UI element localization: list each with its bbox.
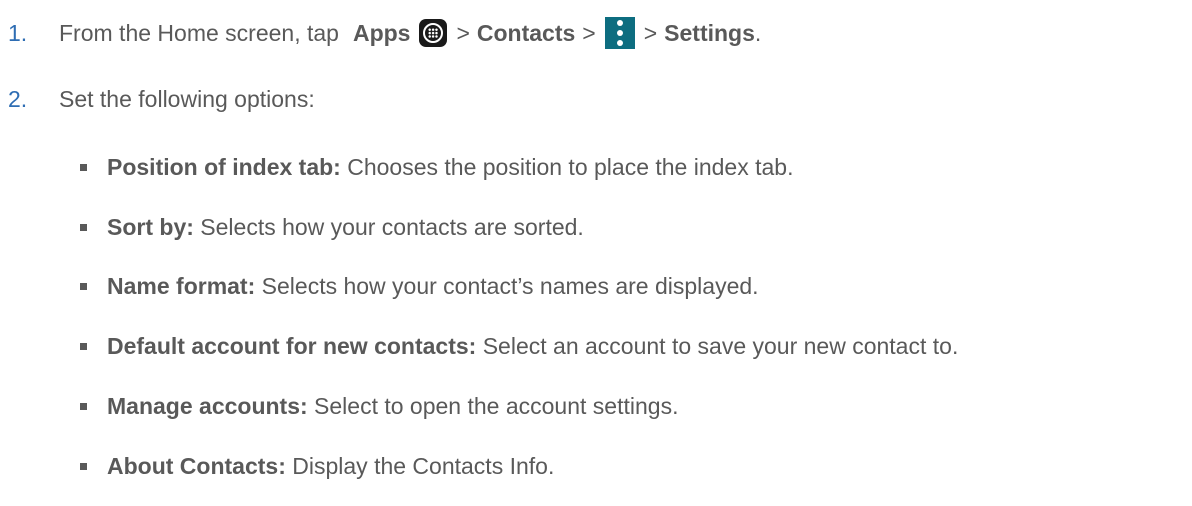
apps-label: Apps	[352, 19, 411, 46]
step-text-intro: From the Home screen, tap	[59, 19, 339, 46]
separator: >	[582, 19, 596, 46]
step-text: Set the following options:	[59, 85, 315, 112]
contacts-label: Contacts	[476, 19, 576, 46]
option-term: Manage accounts:	[107, 392, 308, 419]
step-number: 2.	[8, 85, 28, 112]
bullet-icon	[80, 402, 87, 410]
option-desc: Select an account to save your new conta…	[476, 332, 959, 359]
step-text-end: .	[754, 19, 762, 46]
option-term: Sort by:	[107, 213, 194, 240]
overflow-menu-icon	[604, 17, 635, 49]
option-term: Default account for new contacts:	[107, 332, 477, 359]
step-number: 1.	[8, 19, 28, 46]
apps-grid-icon	[419, 19, 448, 47]
bullet-icon	[80, 223, 87, 231]
option-desc: Select to open the account settings.	[307, 392, 679, 419]
option-term: Name format:	[107, 272, 256, 299]
separator: >	[643, 19, 658, 46]
separator: >	[456, 19, 470, 46]
option-desc: Display the Contacts Info.	[285, 452, 555, 479]
step-text: From the Home screen, tap Apps > Contact…	[59, 17, 761, 49]
settings-label: Settings	[664, 19, 755, 46]
option-desc: Selects how your contact’s names are dis…	[255, 272, 759, 299]
bullet-icon	[80, 163, 87, 171]
option-desc: Selects how your contacts are sorted.	[193, 213, 584, 240]
option-term: About Contacts:	[107, 452, 286, 479]
option-desc: Chooses the position to place the index …	[340, 153, 794, 180]
bullet-icon	[80, 462, 87, 470]
bullet-icon	[80, 282, 87, 290]
bullet-icon	[80, 342, 87, 350]
option-term: Position of index tab:	[107, 153, 341, 180]
